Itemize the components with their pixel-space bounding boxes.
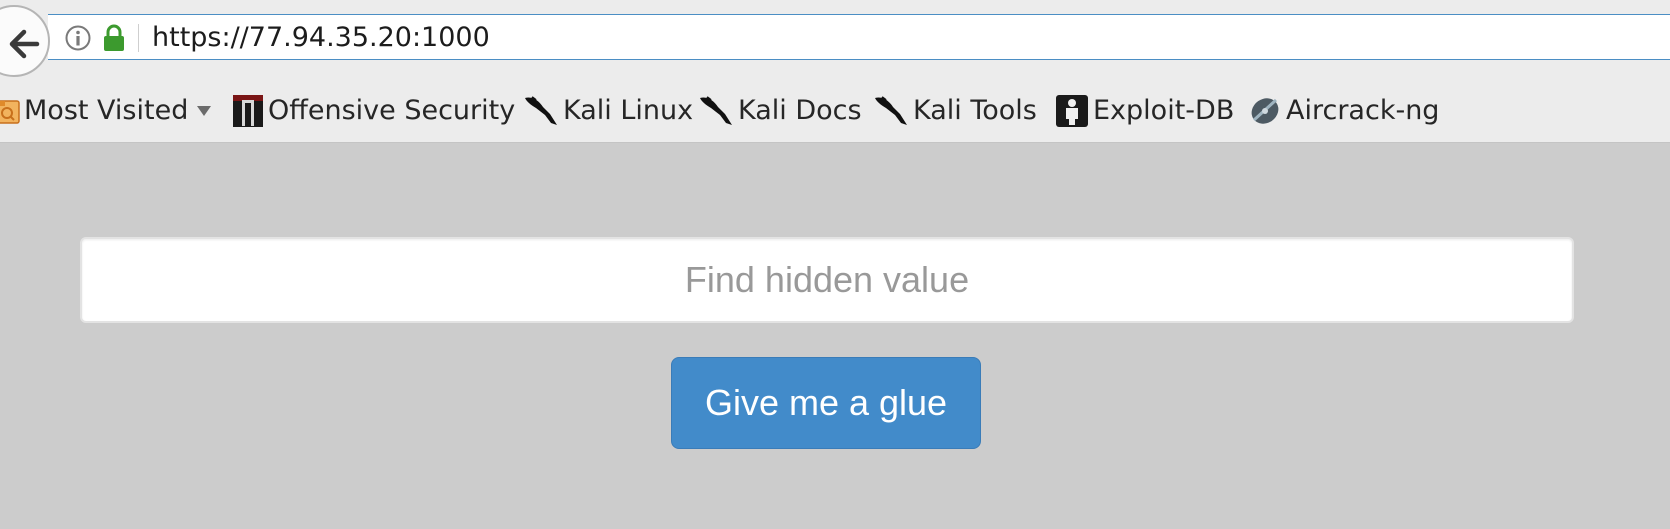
url-bar[interactable]: https://77.94.35.20:1000 — [48, 14, 1670, 60]
offensive-security-icon — [233, 95, 263, 127]
kali-dragon-icon — [875, 96, 907, 125]
bookmark-label: Exploit-DB — [1093, 95, 1235, 126]
bookmark-label: Offensive Security — [268, 95, 516, 126]
url-separator — [138, 24, 139, 52]
bookmark-kali-tools[interactable]: Kali Tools — [873, 92, 1037, 130]
bookmark-offensive-security[interactable]: Offensive Security — [232, 92, 515, 130]
navigation-toolbar: https://77.94.35.20:1000 — [0, 0, 1670, 80]
give-glue-button[interactable]: Give me a glue — [671, 357, 981, 449]
bookmark-most-visited[interactable]: Most Visited — [0, 92, 216, 130]
bookmark-exploit-db[interactable]: Exploit-DB — [1055, 92, 1234, 130]
back-button[interactable] — [0, 5, 50, 77]
kali-dragon-icon — [700, 96, 732, 125]
bookmarks-toolbar: Most Visited Offensive Security Kali Lin… — [0, 80, 1670, 143]
info-icon[interactable] — [64, 24, 92, 56]
bookmark-kali-linux[interactable]: Kali Linux — [523, 92, 693, 130]
bookmark-label: Kali Docs — [738, 95, 862, 126]
lock-icon[interactable] — [102, 24, 126, 56]
url-text[interactable]: https://77.94.35.20:1000 — [152, 20, 490, 56]
chevron-down-icon — [197, 106, 212, 116]
bookmark-aircrack-ng[interactable]: Aircrack-ng — [1248, 92, 1439, 130]
hidden-value-input[interactable] — [80, 237, 1574, 323]
bookmark-label: Aircrack-ng — [1286, 95, 1440, 126]
bookmark-kali-docs[interactable]: Kali Docs — [698, 92, 862, 130]
exploit-db-icon — [1056, 95, 1088, 127]
bookmark-label: Kali Tools — [913, 95, 1037, 126]
aircrack-icon — [1251, 98, 1279, 124]
folder-icon — [0, 100, 20, 124]
bookmark-label: Most Visited — [24, 95, 189, 126]
back-arrow-icon — [9, 29, 40, 59]
kali-dragon-icon — [525, 96, 557, 125]
bookmark-label: Kali Linux — [563, 95, 694, 126]
